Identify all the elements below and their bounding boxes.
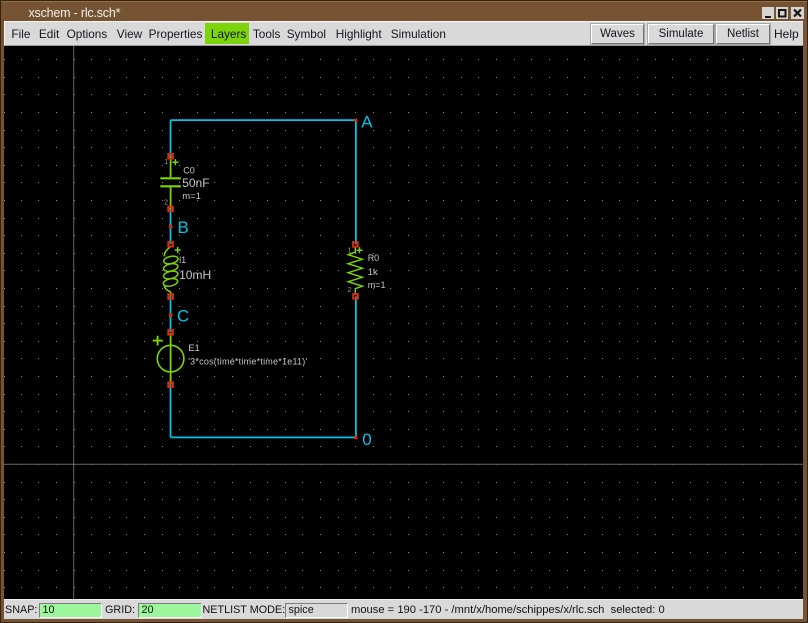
svg-text:2: 2 bbox=[164, 199, 168, 206]
svg-text:B: B bbox=[178, 218, 189, 237]
svg-text:C0: C0 bbox=[183, 165, 195, 175]
svg-text:1: 1 bbox=[348, 248, 352, 255]
svg-text:'3*cos(time*time*time*1e11)': '3*cos(time*time*time*1e11)' bbox=[188, 357, 307, 367]
svg-text:R0: R0 bbox=[368, 253, 380, 263]
svg-text:50nF: 50nF bbox=[182, 176, 209, 190]
svg-text:m=1: m=1 bbox=[368, 280, 386, 290]
svg-text:1k: 1k bbox=[368, 267, 378, 278]
svg-text:1: 1 bbox=[164, 159, 168, 166]
svg-text:C: C bbox=[177, 307, 189, 326]
svg-text:l1: l1 bbox=[179, 255, 186, 265]
svg-text:0: 0 bbox=[362, 430, 371, 449]
svg-text:E1: E1 bbox=[188, 343, 200, 354]
svg-text:2: 2 bbox=[348, 287, 352, 294]
svg-text:10mH: 10mH bbox=[179, 268, 211, 282]
svg-text:m=1: m=1 bbox=[182, 191, 201, 202]
svg-text:A: A bbox=[361, 113, 373, 132]
